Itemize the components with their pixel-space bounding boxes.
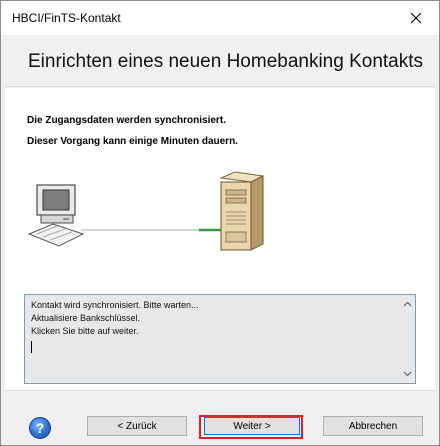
next-button[interactable]: Weiter >	[204, 417, 300, 435]
log-line: Aktualisiere Bankschlüssel.	[31, 313, 141, 323]
back-button[interactable]: < Zurück	[87, 416, 187, 436]
log-scrollbar[interactable]	[399, 295, 415, 383]
scroll-down-button[interactable]	[399, 367, 415, 381]
duration-message: Dieser Vorgang kann einige Minuten dauer…	[27, 136, 238, 147]
log-textarea[interactable]: Kontakt wird synchronisiert. Bitte warte…	[24, 294, 416, 384]
text-caret	[31, 341, 32, 353]
title-bar[interactable]: HBCI/FinTS-Kontakt	[1, 1, 439, 35]
wizard-footer: ? < Zurück Weiter > Abbrechen	[5, 392, 435, 445]
close-icon	[410, 12, 422, 24]
log-line: Kontakt wird synchronisiert. Bitte warte…	[31, 300, 199, 310]
computer-icon	[27, 184, 85, 247]
cancel-button[interactable]: Abbrechen	[323, 416, 423, 436]
chevron-down-icon	[403, 371, 411, 377]
server-icon	[219, 171, 265, 251]
help-icon: ?	[35, 420, 45, 436]
status-message: Die Zugangsdaten werden synchronisiert.	[27, 115, 226, 126]
wizard-header: Einrichten eines neuen Homebanking Konta…	[5, 35, 435, 87]
close-button[interactable]	[393, 1, 439, 35]
page-title: Einrichten eines neuen Homebanking Konta…	[28, 51, 424, 72]
window-title: HBCI/FinTS-Kontakt	[12, 11, 121, 25]
chevron-up-icon	[403, 301, 411, 307]
sync-illustration	[27, 171, 265, 251]
scroll-up-button[interactable]	[399, 297, 415, 311]
dialog-window: HBCI/FinTS-Kontakt Einrichten eines neue…	[0, 0, 440, 446]
wizard-content: Die Zugangsdaten werden synchronisiert. …	[5, 88, 435, 391]
help-button[interactable]: ?	[29, 417, 51, 439]
log-line: Klicken Sie bitte auf weiter.	[31, 326, 139, 336]
